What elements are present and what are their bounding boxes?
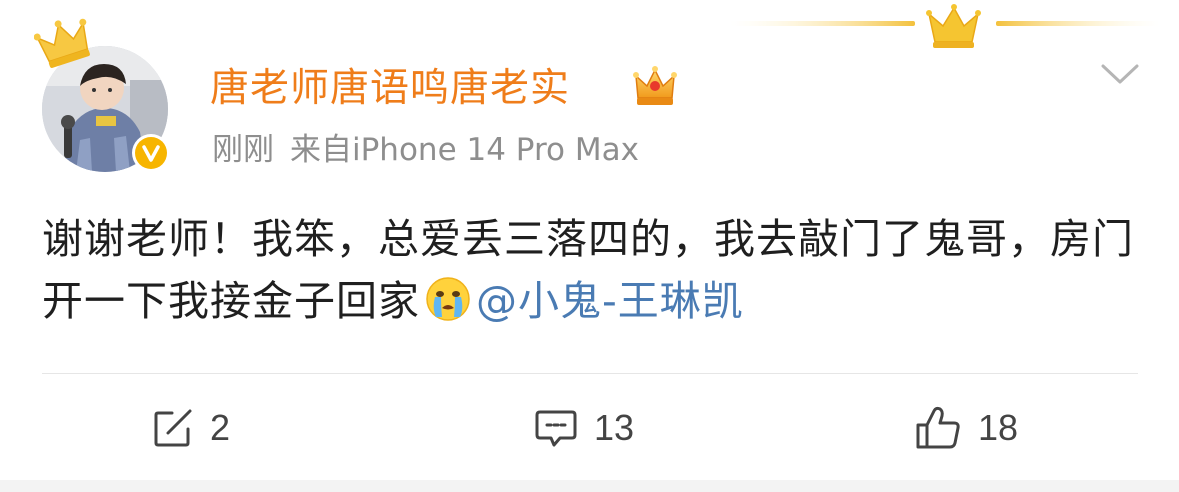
author-avatar-block[interactable] bbox=[34, 16, 184, 186]
mention-link[interactable]: @小鬼-王琳凯 bbox=[476, 277, 744, 325]
weibo-post-card: 唐老师唐语鸣唐老实 刚刚 来自iPhone 14 Pro Max 谢谢老师！我笨，… bbox=[0, 0, 1179, 492]
vip-crown-icon bbox=[633, 66, 677, 105]
card-separator bbox=[0, 480, 1179, 492]
post-meta: 刚刚 来自iPhone 14 Pro Max bbox=[212, 128, 639, 172]
post-time: 刚刚 bbox=[212, 132, 274, 168]
post-content: 谢谢老师！我笨，总爱丢三落四的，我去敲门了鬼哥，房门开一下我接金子回家 @小鬼-… bbox=[42, 208, 1142, 332]
divider bbox=[42, 373, 1138, 374]
repost-count: 2 bbox=[210, 407, 231, 448]
crying-face-emoji bbox=[426, 277, 470, 321]
thumbs-up-icon bbox=[916, 406, 960, 449]
comment-count: 13 bbox=[594, 407, 635, 448]
author-name[interactable]: 唐老师唐语鸣唐老实 bbox=[210, 64, 570, 114]
post-source: 来自iPhone 14 Pro Max bbox=[290, 132, 639, 168]
comment-icon bbox=[535, 410, 577, 447]
share-icon bbox=[154, 409, 192, 447]
avatar-crown-icon bbox=[34, 18, 90, 68]
chevron-down-icon[interactable] bbox=[1098, 58, 1142, 88]
like-count: 18 bbox=[978, 407, 1019, 448]
like-button[interactable]: 18 bbox=[914, 404, 1018, 452]
vip-banner-decoration bbox=[730, 4, 1160, 48]
verified-badge-icon bbox=[132, 134, 170, 172]
repost-button[interactable]: 2 bbox=[152, 404, 230, 452]
comment-button[interactable]: 13 bbox=[534, 404, 634, 452]
